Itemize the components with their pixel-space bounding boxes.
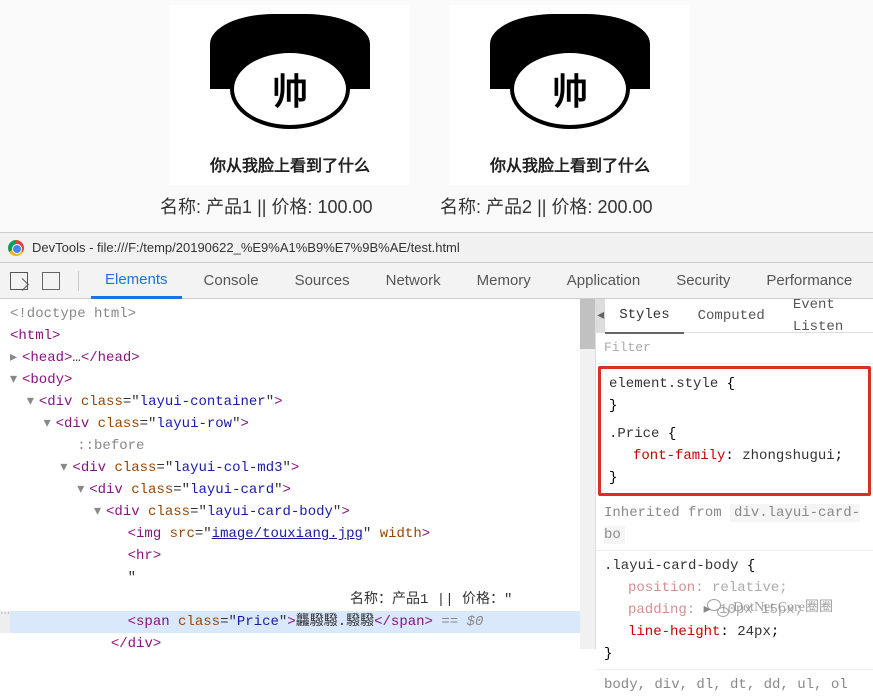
rule-block-highlighted[interactable]: element.style { } .Price { font-family: … <box>598 366 871 496</box>
tab-security[interactable]: Security <box>662 264 744 297</box>
code-line: ▾<div class="layui-container"> <box>0 391 595 413</box>
tab-sources[interactable]: Sources <box>281 264 364 297</box>
code-line: <html> <box>0 325 595 347</box>
inherited-from: Inherited from div.layui-card-bo <box>596 498 873 551</box>
product-image-1: 帅 你从我脸上看到了什么 <box>170 5 410 185</box>
tab-event-listeners[interactable]: Event Listen <box>779 288 873 344</box>
code-line: <!doctype html> <box>0 303 595 325</box>
code-line: ▾<div class="layui-card-body"> <box>0 501 595 523</box>
face-text: 帅 <box>272 63 308 115</box>
image-caption: 你从我脸上看到了什么 <box>490 152 650 176</box>
code-line: " <box>0 567 595 589</box>
tab-computed[interactable]: Computed <box>684 299 779 333</box>
tab-console[interactable]: Console <box>190 264 273 297</box>
product-info-2: 名称: 产品2 || 价格: 200.00 <box>440 185 700 227</box>
product-card-1: 帅 你从我脸上看到了什么 名称: 产品1 || 价格: 100.00 <box>160 5 420 227</box>
tab-styles[interactable]: Styles <box>605 298 683 334</box>
code-line: <img src="image/touxiang.jpg" width> <box>0 523 595 545</box>
product-row: 帅 你从我脸上看到了什么 名称: 产品1 || 价格: 100.00 帅 你从我… <box>0 0 873 232</box>
devtools-titlebar: DevTools - file:///F:/temp/20190622_%E9%… <box>0 233 873 263</box>
tab-memory[interactable]: Memory <box>463 264 545 297</box>
code-line: 名称：产品1 || 价格：" <box>0 589 595 611</box>
rule-selector-line[interactable]: body, div, dl, dt, dd, ul, ol <box>596 670 873 700</box>
wechat-icon <box>707 599 729 617</box>
product-image-2: 帅 你从我脸上看到了什么 <box>450 5 690 185</box>
elements-panel[interactable]: <!doctype html> <html> ▸<head>…</head> ▾… <box>0 299 596 649</box>
image-caption: 你从我脸上看到了什么 <box>210 152 370 176</box>
code-line: </div> <box>0 633 595 649</box>
code-line: ▾<div class="layui-col-md3"> <box>0 457 595 479</box>
product-card-2: 帅 你从我脸上看到了什么 名称: 产品2 || 价格: 200.00 <box>440 5 700 227</box>
tab-elements[interactable]: Elements <box>91 263 182 299</box>
tab-network[interactable]: Network <box>372 264 455 297</box>
device-toggle-icon[interactable] <box>42 272 60 290</box>
face-text: 帅 <box>552 63 588 115</box>
product-info-1: 名称: 产品1 || 价格: 100.00 <box>160 185 420 227</box>
inspect-icon[interactable] <box>10 272 28 290</box>
chrome-icon <box>8 240 24 256</box>
code-line-selected: ⋯ <span class="Price">龘驋驋.驋驋</span> == $… <box>0 611 595 633</box>
tab-application[interactable]: Application <box>553 264 654 297</box>
code-line: ▾<div class="layui-card"> <box>0 479 595 501</box>
code-line: ▾<div class="layui-row"> <box>0 413 595 435</box>
devtools-window: DevTools - file:///F:/temp/20190622_%E9%… <box>0 232 873 649</box>
code-line: ▸<head>…</head> <box>0 347 595 369</box>
window-title: DevTools - file:///F:/temp/20190622_%E9%… <box>32 240 460 255</box>
watermark: DotNet Core圈圈 <box>707 597 833 619</box>
code-line: <hr> <box>0 545 595 567</box>
scrollbar[interactable] <box>580 299 595 649</box>
devtools-tabs: Elements Console Sources Network Memory … <box>0 263 873 299</box>
code-line: ▾<body> <box>0 369 595 391</box>
styles-panel: ◂ Styles Computed Event Listen Filter el… <box>596 299 873 649</box>
code-line: ::before <box>0 435 595 457</box>
scroll-left-icon[interactable]: ◂ <box>596 299 605 332</box>
